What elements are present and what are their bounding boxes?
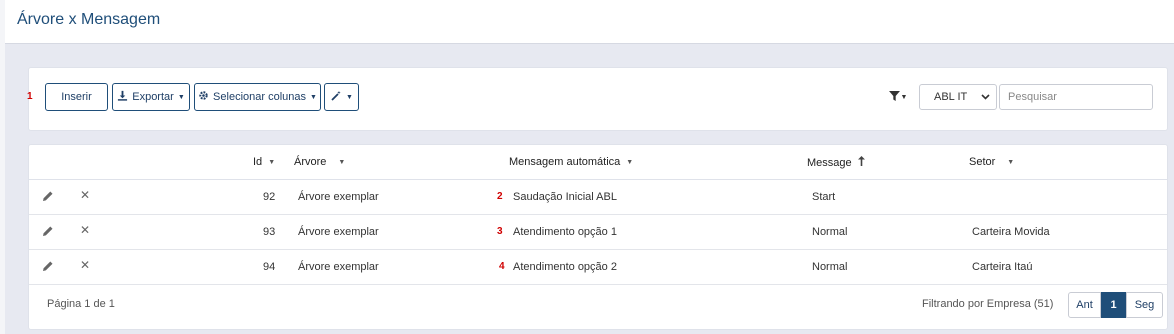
- cell-auto-message: Atendimento opção 2: [513, 261, 617, 273]
- column-header-auto-message-label: Mensagem automática: [509, 156, 621, 168]
- sort-caret-icon: ▼: [626, 158, 634, 166]
- cell-tree: Árvore exemplar: [298, 261, 379, 273]
- page-title: Árvore x Mensagem: [17, 11, 161, 28]
- column-header-id-label: Id: [253, 156, 263, 168]
- annotation-marker: 1: [27, 91, 33, 102]
- company-select[interactable]: ABL IT: [919, 84, 997, 110]
- annotation-marker: 3: [497, 226, 503, 237]
- prev-page-button[interactable]: Ant: [1068, 292, 1101, 318]
- left-strip: [0, 0, 5, 334]
- cell-auto-message: Saudação Inicial ABL: [513, 191, 617, 203]
- pencil-icon[interactable]: [42, 225, 54, 240]
- select-columns-button[interactable]: Selecionar colunas ▼: [194, 83, 321, 111]
- delete-icon[interactable]: ✕: [80, 258, 90, 272]
- table-header: Id ▼ Árvore ▼ Mensagem automática ▼ Mess…: [29, 145, 1167, 180]
- magic-wand-icon: [330, 90, 342, 105]
- pencil-icon[interactable]: [42, 190, 54, 205]
- annotation-marker: 4: [499, 261, 505, 272]
- column-header-message[interactable]: Message: [807, 156, 865, 169]
- data-table: Id ▼ Árvore ▼ Mensagem automática ▼ Mess…: [28, 144, 1168, 330]
- table-row: ✕ 92 Árvore exemplar 2 Saudação Inicial …: [29, 180, 1167, 215]
- column-header-sector[interactable]: Setor ▼: [969, 156, 1014, 168]
- column-header-sector-label: Setor: [969, 156, 996, 168]
- cell-message: Normal: [812, 261, 848, 273]
- cell-message: Start: [812, 191, 836, 203]
- sort-ascending-icon: [857, 156, 865, 169]
- export-button[interactable]: Exportar ▼: [112, 83, 190, 111]
- page-button-current[interactable]: 1: [1101, 292, 1126, 318]
- filter-dropdown-button[interactable]: ▼: [886, 86, 910, 108]
- column-header-tree[interactable]: Árvore ▼: [294, 156, 345, 168]
- column-header-tree-label: Árvore: [294, 156, 327, 168]
- export-button-label: Exportar: [132, 91, 174, 103]
- cell-tree: Árvore exemplar: [298, 191, 379, 203]
- caret-down-icon: ▼: [177, 93, 185, 101]
- search-input[interactable]: [999, 84, 1153, 110]
- caret-down-icon: ▼: [310, 93, 317, 101]
- pagination: Ant 1 Seg: [1068, 292, 1163, 318]
- sort-caret-icon: ▼: [338, 158, 346, 166]
- delete-icon[interactable]: ✕: [80, 188, 90, 202]
- pencil-icon[interactable]: [42, 260, 54, 275]
- cell-message: Normal: [812, 226, 848, 238]
- magic-wand-button[interactable]: ▼: [324, 83, 359, 111]
- table-row: ✕ 93 Árvore exemplar 3 Atendimento opção…: [29, 215, 1167, 250]
- download-icon: [117, 90, 128, 104]
- cell-id: 92: [263, 191, 276, 203]
- sort-caret-icon: ▼: [268, 158, 276, 166]
- cell-sector: Carteira Itaú: [972, 261, 1033, 273]
- pagination-info: Página 1 de 1: [47, 298, 115, 310]
- chevron-down-icon: [981, 92, 990, 102]
- cell-id: 94: [263, 261, 276, 273]
- select-columns-label: Selecionar colunas: [213, 91, 306, 103]
- table-row: ✕ 94 Árvore exemplar 4 Atendimento opção…: [29, 250, 1167, 285]
- gear-icon: [198, 90, 209, 104]
- caret-down-icon: ▼: [900, 93, 908, 101]
- cell-auto-message: Atendimento opção 1: [513, 226, 617, 238]
- filter-info: Filtrando por Empresa (51): [922, 298, 1054, 310]
- filter-icon: [888, 90, 900, 104]
- cell-tree: Árvore exemplar: [298, 226, 379, 238]
- insert-button[interactable]: Inserir: [45, 83, 108, 111]
- sort-caret-icon: ▼: [1007, 158, 1015, 166]
- toolbar-card: 1 Inserir Exportar ▼ Selecionar colunas …: [27, 67, 1168, 131]
- annotation-marker: 2: [497, 191, 503, 202]
- cell-id: 93: [263, 226, 276, 238]
- company-select-value: ABL IT: [934, 91, 968, 103]
- column-header-id[interactable]: Id ▼: [253, 156, 275, 168]
- next-page-button[interactable]: Seg: [1126, 292, 1163, 318]
- insert-button-label: Inserir: [61, 91, 92, 103]
- page-header: Árvore x Mensagem: [5, 0, 1174, 44]
- column-header-message-label: Message: [807, 156, 852, 169]
- cell-sector: Carteira Movida: [972, 226, 1050, 238]
- delete-icon[interactable]: ✕: [80, 223, 90, 237]
- caret-down-icon: ▼: [346, 93, 353, 101]
- column-header-auto-message[interactable]: Mensagem automática ▼: [509, 156, 633, 168]
